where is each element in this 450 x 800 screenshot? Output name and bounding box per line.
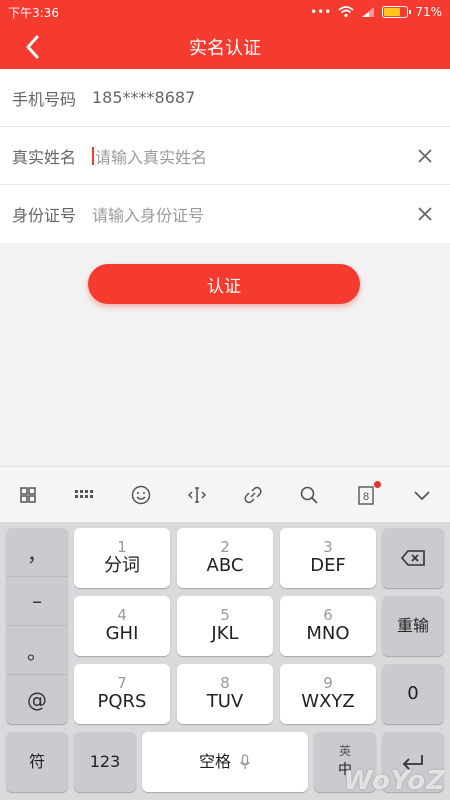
key-8[interactable]: 8 TUV xyxy=(177,664,273,724)
key-5[interactable]: 5 JKL xyxy=(177,596,273,656)
battery-icon xyxy=(382,6,412,18)
key-label: WXYZ xyxy=(301,691,355,712)
name-input[interactable]: 请输入真实姓名 xyxy=(95,144,207,168)
key-label: TUV xyxy=(206,691,244,712)
key-comma[interactable]: ， xyxy=(6,528,68,577)
key-number: 2 xyxy=(220,538,230,556)
space-key[interactable]: 空格 xyxy=(142,732,308,792)
cursor-move-icon xyxy=(187,486,206,503)
tool-cursor[interactable] xyxy=(169,467,225,523)
key-number: 5 xyxy=(220,606,230,624)
key-1[interactable]: 1 分词 xyxy=(74,528,170,588)
numeric-label: 123 xyxy=(89,752,121,771)
symbol-column: ， – 。 @ xyxy=(6,528,68,724)
key-label: MNO xyxy=(306,623,350,644)
symbol-label: 符 xyxy=(28,752,45,771)
key-label: ABC xyxy=(206,555,244,576)
tool-search[interactable] xyxy=(281,467,337,523)
battery-level: 71% xyxy=(415,5,442,19)
zero-key[interactable]: 0 xyxy=(382,664,444,724)
keyboard-icon xyxy=(75,489,94,498)
id-input[interactable]: 请输入身份证号 xyxy=(92,202,204,226)
zero-label: 0 xyxy=(407,683,419,704)
key-4[interactable]: 4 GHI xyxy=(74,596,170,656)
numeric-key[interactable]: 123 xyxy=(74,732,136,792)
key-label: 分词 xyxy=(104,555,140,576)
watermark-logo: WoYoZ xyxy=(343,766,446,796)
name-row[interactable]: 真实姓名 请输入真实姓名 xyxy=(0,127,450,185)
keyboard-toolbar: 8 xyxy=(0,466,450,522)
key-6[interactable]: 6 MNO xyxy=(280,596,376,656)
verify-form: 手机号码 185****8687 真实姓名 请输入真实姓名 身份证号 请输入身份… xyxy=(0,69,450,243)
key-9[interactable]: 9 WXYZ xyxy=(280,664,376,724)
key-number: 3 xyxy=(323,538,333,556)
notification-dot xyxy=(373,480,381,488)
key-label: PQRS xyxy=(97,691,147,712)
key-number: 6 xyxy=(323,606,333,624)
tool-link[interactable] xyxy=(225,467,281,523)
backspace-key[interactable] xyxy=(382,528,444,588)
svg-text:8: 8 xyxy=(363,491,369,503)
key-number: 7 xyxy=(117,674,127,692)
backspace-icon xyxy=(400,550,425,566)
verify-button[interactable]: 认证 xyxy=(88,264,360,304)
phone-row: 手机号码 185****8687 xyxy=(0,69,450,127)
status-time: 下午3:36 xyxy=(8,5,59,20)
microphone-icon xyxy=(239,754,251,769)
signal-icon xyxy=(362,7,375,17)
back-arrow-icon[interactable] xyxy=(20,34,46,60)
symbol-key[interactable]: 符 xyxy=(6,732,68,792)
status-dots: ••• xyxy=(310,5,332,19)
language-alt: 英 xyxy=(338,744,351,758)
nav-bar: 实名认证 xyxy=(0,24,450,69)
chevron-down-icon xyxy=(414,490,430,500)
key-7[interactable]: 7 PQRS xyxy=(74,664,170,724)
key-number: 9 xyxy=(323,674,333,692)
id-row[interactable]: 身份证号 请输入身份证号 xyxy=(0,185,450,243)
space-label: 空格 xyxy=(198,752,231,771)
key-dash[interactable]: – xyxy=(6,577,68,626)
name-label: 真实姓名 xyxy=(12,147,77,167)
tool-grid[interactable] xyxy=(0,467,56,523)
reinput-label: 重输 xyxy=(396,616,429,635)
key-label: JKL xyxy=(211,623,239,644)
search-icon xyxy=(301,486,319,504)
tool-emoji[interactable] xyxy=(113,467,169,523)
id-label: 身份证号 xyxy=(12,206,77,225)
emoji-icon xyxy=(131,485,150,504)
key-label: GHI xyxy=(105,623,139,644)
tool-clipboard[interactable]: 8 xyxy=(338,467,394,523)
key-2[interactable]: 2 ABC xyxy=(177,528,273,588)
page-title: 实名认证 xyxy=(189,37,261,59)
reinput-key[interactable]: 重输 xyxy=(382,596,444,656)
key-number: 4 xyxy=(117,606,127,624)
text-cursor xyxy=(92,146,94,165)
phone-value: 185****8687 xyxy=(92,88,196,107)
key-3[interactable]: 3 DEF xyxy=(280,528,376,588)
key-period[interactable]: 。 xyxy=(6,626,68,675)
clear-name-icon[interactable] xyxy=(417,148,433,164)
keyboard: ， – 。 @ 1 分词 2 ABC 3 DEF 4 GHI 5 JKL 6 M… xyxy=(0,522,450,800)
link-icon xyxy=(244,486,262,503)
grid-icon xyxy=(20,486,36,503)
key-at[interactable]: @ xyxy=(6,675,68,724)
phone-label: 手机号码 xyxy=(12,89,77,109)
tool-keyboard[interactable] xyxy=(56,467,112,523)
status-bar: 下午3:36 ••• 71% xyxy=(0,0,450,24)
wifi-icon xyxy=(338,6,354,18)
key-number: 1 xyxy=(117,538,127,556)
tool-collapse[interactable] xyxy=(394,467,450,523)
clear-id-icon[interactable] xyxy=(417,206,433,222)
key-label: DEF xyxy=(310,555,346,576)
key-number: 8 xyxy=(220,674,230,692)
clipboard-icon: 8 xyxy=(357,485,374,505)
